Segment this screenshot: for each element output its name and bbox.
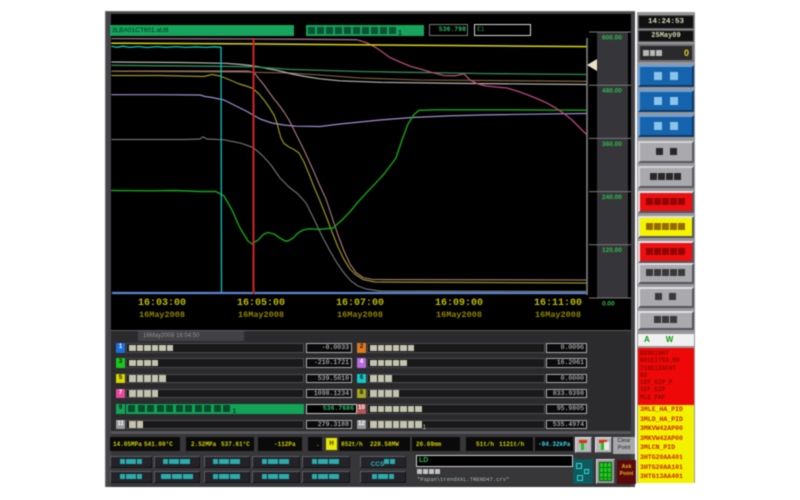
svg-text:240.00: 240.00 xyxy=(602,194,622,201)
svg-text:0.00: 0.00 xyxy=(602,300,615,307)
svg-text:480.00: 480.00 xyxy=(602,88,622,95)
svg-text:600.00: 600.00 xyxy=(602,34,622,41)
svg-text:120.00: 120.00 xyxy=(602,247,622,254)
svg-text:360.00: 360.00 xyxy=(602,141,622,148)
